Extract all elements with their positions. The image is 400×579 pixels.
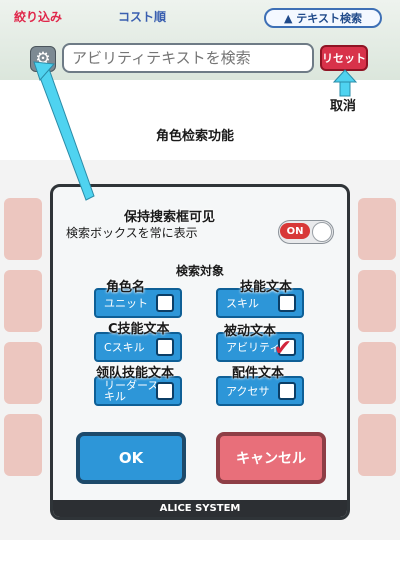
arrow-head xyxy=(332,69,358,83)
arrow-gear-to-dialog xyxy=(37,65,95,201)
annotation-arrows xyxy=(33,61,358,201)
